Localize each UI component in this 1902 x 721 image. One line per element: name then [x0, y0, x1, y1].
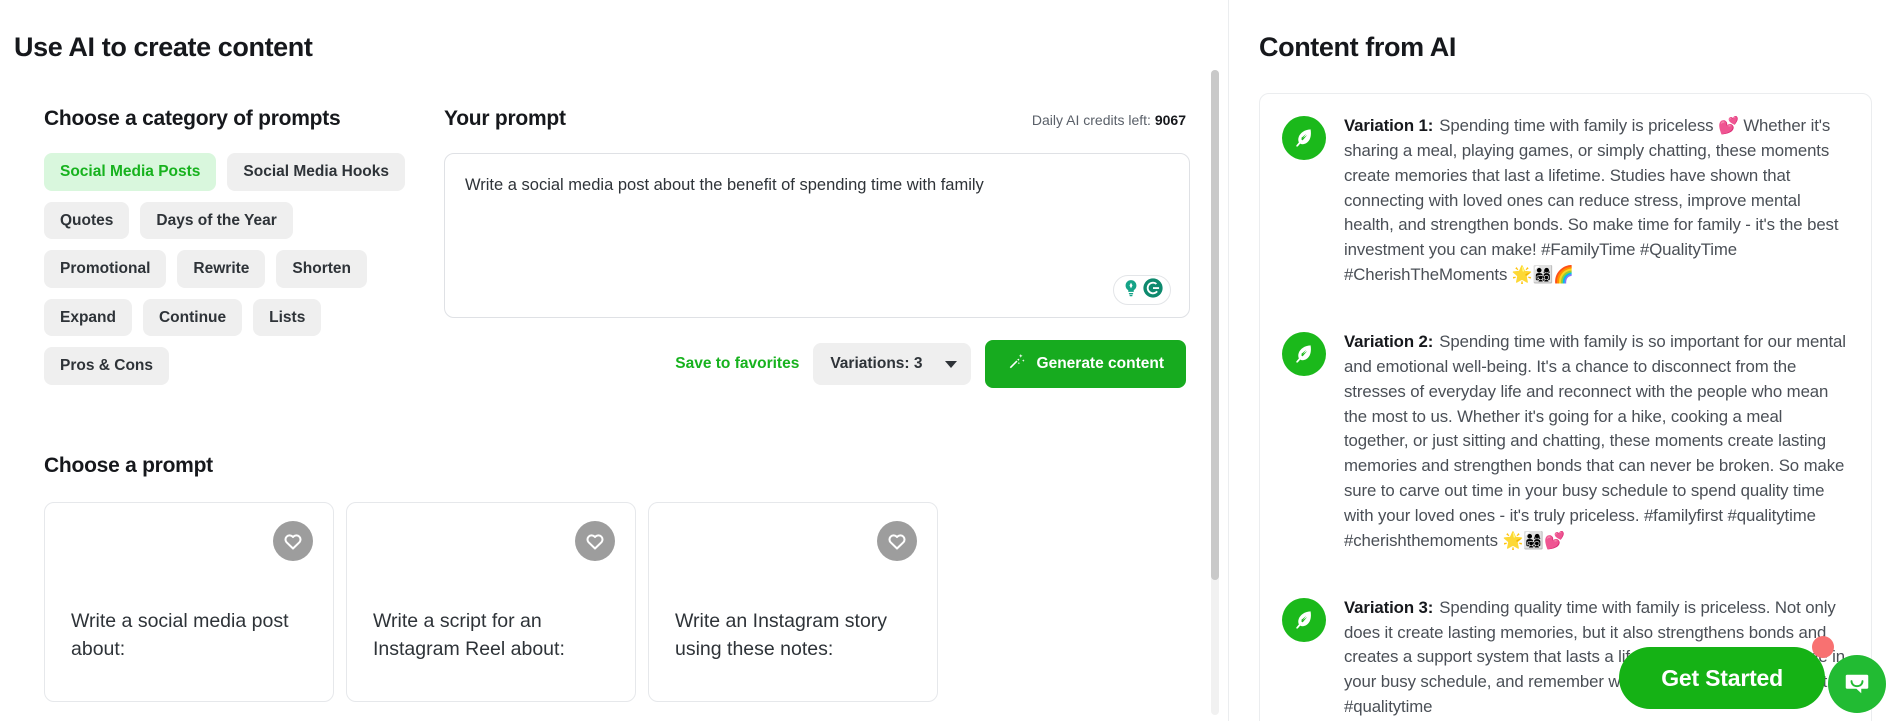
main-columns: Choose a category of prompts Social Medi… — [14, 107, 1200, 388]
chevron-down-icon — [944, 360, 957, 368]
prompt-action-row: Save to favorites Variations: 3 Generate… — [444, 340, 1190, 388]
generate-content-label: Generate content — [1036, 355, 1164, 372]
variations-select[interactable]: Variations: 3 — [813, 343, 971, 385]
heart-icon[interactable] — [575, 521, 615, 561]
prompt-card[interactable]: Write a script for an Instagram Reel abo… — [346, 502, 636, 702]
variation-label: Variation 3: — [1344, 597, 1434, 617]
generate-content-button[interactable]: Generate content — [984, 340, 1186, 388]
choose-prompt-heading: Choose a prompt — [44, 454, 213, 477]
feather-quill-icon — [1282, 332, 1326, 377]
category-chip-quotes[interactable]: Quotes — [44, 201, 130, 239]
grammarly-badge[interactable] — [1113, 275, 1171, 305]
scrollbar-thumb[interactable] — [1211, 70, 1219, 580]
category-chip-days-of-the-year[interactable]: Days of the Year — [140, 201, 293, 239]
get-started-button[interactable]: Get Started — [1619, 647, 1825, 709]
variation-item: Variation 2: Spending time with family is… — [1282, 330, 1849, 554]
grammarly-assistant-icon[interactable] — [1121, 278, 1141, 303]
daily-credits: Daily AI credits left: 9067 — [1032, 112, 1186, 128]
magic-wand-icon — [1007, 352, 1026, 376]
prompt-header-row: Your prompt Daily AI credits left: 9067 — [444, 107, 1190, 131]
category-heading: Choose a category of prompts — [44, 107, 341, 130]
category-chip-social-media-posts[interactable]: Social Media Posts — [44, 153, 217, 191]
category-chip-lists[interactable]: Lists — [253, 298, 322, 336]
content-from-ai-panel: Content from AI Variation 1: Spending tim… — [1228, 0, 1902, 721]
category-chip-expand[interactable]: Expand — [44, 298, 132, 336]
daily-credits-value: 9067 — [1154, 112, 1186, 128]
feather-quill-icon — [1282, 116, 1326, 160]
category-chip-rewrite[interactable]: Rewrite — [177, 250, 266, 288]
content-panel-title: Content from AI — [1259, 32, 1456, 62]
variation-label: Variation 1: — [1344, 116, 1434, 135]
variation-body: Spending time with family is so importan… — [1344, 332, 1846, 550]
variation-label: Variation 2: — [1344, 332, 1434, 352]
daily-credits-label: Daily AI credits left: — [1031, 112, 1151, 128]
variation-text: Variation 2: Spending time with family is… — [1344, 330, 1849, 554]
prompt-card[interactable]: Write a social media post about: — [44, 502, 334, 702]
category-chip-promotional[interactable]: Promotional — [44, 250, 167, 288]
category-column: Choose a category of prompts Social Medi… — [14, 107, 444, 388]
ai-content-generator-page: Use AI to create content Choose a catego… — [0, 0, 1902, 721]
heart-icon[interactable] — [877, 521, 917, 561]
prompt-card-text: Write an Instagram story using these not… — [675, 610, 888, 661]
category-chip-social-media-hooks[interactable]: Social Media Hooks — [227, 153, 405, 191]
variations-container: Variation 1: Spending time with family is… — [1259, 93, 1872, 721]
save-to-favorites-button[interactable]: Save to favorites — [675, 355, 799, 373]
variation-body: Spending time with family is priceless 💕… — [1344, 116, 1839, 285]
variation-text: Variation 1: Spending time with family is… — [1344, 114, 1849, 288]
category-chip-continue[interactable]: Continue — [142, 298, 243, 336]
prompt-card-text: Write a script for an Instagram Reel abo… — [373, 610, 565, 661]
category-chip-pros-and-cons[interactable]: Pros & Cons — [44, 347, 170, 385]
feather-quill-icon — [1282, 597, 1326, 642]
notification-badge — [1812, 636, 1834, 658]
left-panel-scrollbar[interactable] — [1211, 70, 1219, 715]
variation-item: Variation 1: Spending time with family is… — [1282, 114, 1849, 288]
prompt-column: Your prompt Daily AI credits left: 9067 — [444, 107, 1200, 388]
prompt-heading: Your prompt — [444, 107, 566, 130]
category-chip-shorten[interactable]: Shorten — [276, 250, 367, 288]
category-chip-list: Social Media Posts Social Media Hooks Qu… — [44, 153, 414, 385]
left-panel: Use AI to create content Choose a catego… — [0, 0, 1228, 721]
prompt-card-list: Write a social media post about: Write a… — [44, 502, 1200, 702]
grammarly-logo-icon[interactable] — [1142, 277, 1164, 304]
chat-bubble-icon[interactable] — [1828, 655, 1886, 713]
prompt-input[interactable] — [465, 174, 1169, 274]
prompt-card-text: Write a social media post about: — [71, 610, 289, 661]
prompt-card[interactable]: Write an Instagram story using these not… — [648, 502, 938, 702]
page-title: Use AI to create content — [14, 32, 313, 62]
prompt-textarea-container[interactable] — [444, 153, 1190, 318]
variations-select-value: Variations: 3 — [830, 355, 923, 372]
heart-icon[interactable] — [273, 521, 313, 561]
